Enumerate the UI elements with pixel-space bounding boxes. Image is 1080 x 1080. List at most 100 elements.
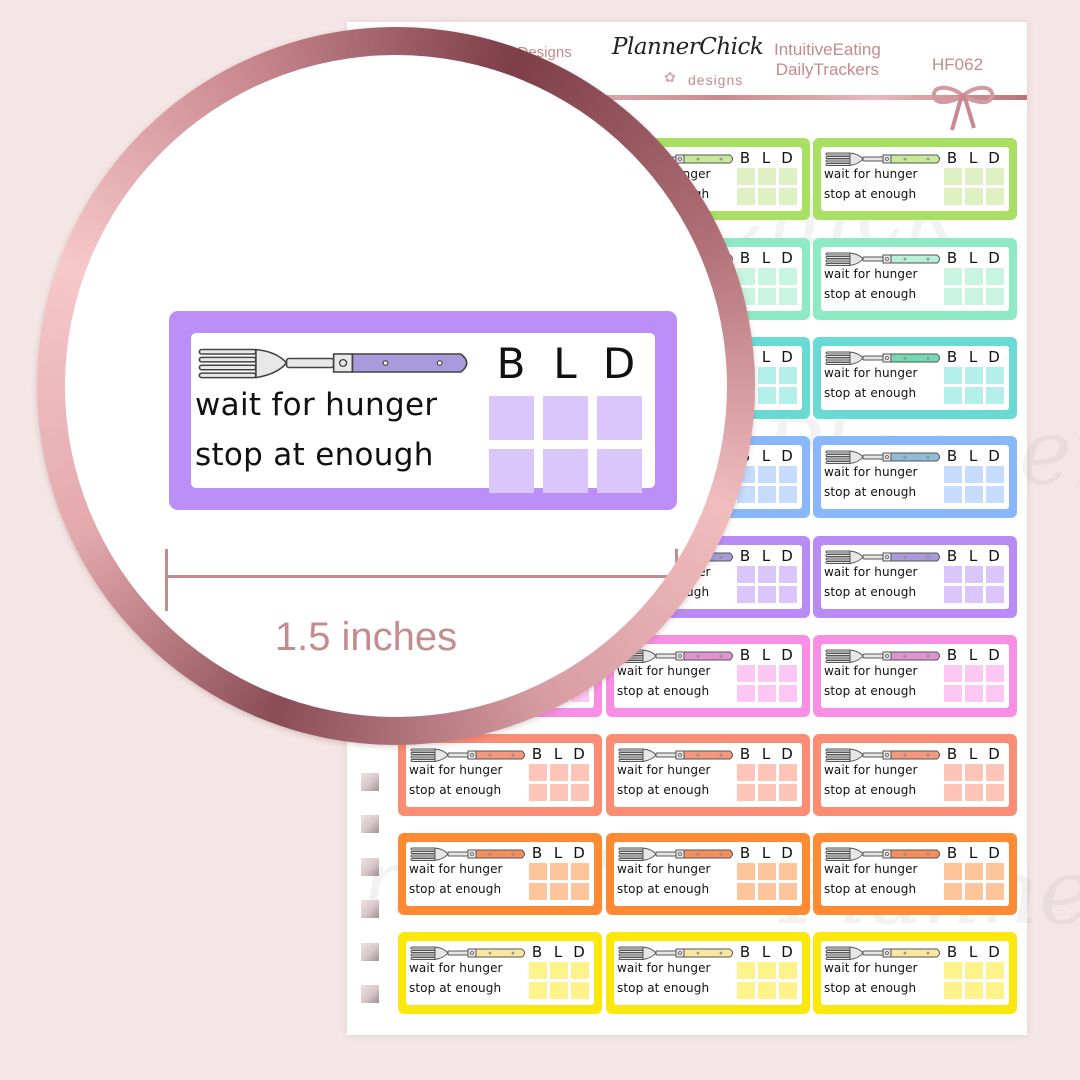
checkbox-lunch-enough[interactable]: [758, 486, 776, 503]
checkbox-dinner-enough[interactable]: [571, 883, 589, 900]
checkbox-dinner-hunger[interactable]: [986, 863, 1004, 880]
checkbox-dinner-hunger[interactable]: [779, 367, 797, 384]
checkbox-breakfast-hunger[interactable]: [944, 665, 962, 682]
checkbox-dinner-hunger[interactable]: [986, 962, 1004, 979]
checkbox-lunch-enough[interactable]: [758, 883, 776, 900]
checkbox-lunch-hunger[interactable]: [965, 168, 983, 185]
checkbox-breakfast-hunger[interactable]: [529, 764, 547, 781]
checkbox-dinner-enough[interactable]: [986, 586, 1004, 603]
checkbox-lunch-enough[interactable]: [758, 586, 776, 603]
tracker-sticker-teal[interactable]: B L D wait for hunger stop at enough: [813, 337, 1017, 419]
checkbox-dinner-enough[interactable]: [571, 784, 589, 801]
checkbox-breakfast-hunger[interactable]: [737, 764, 755, 781]
checkbox-lunch-enough[interactable]: [965, 685, 983, 702]
checkbox-lunch-enough[interactable]: [965, 486, 983, 503]
checkbox-lunch-hunger[interactable]: [965, 367, 983, 384]
tracker-sticker-orange[interactable]: B L D wait for hunger stop at enough: [813, 833, 1017, 915]
checkbox-breakfast-enough[interactable]: [944, 883, 962, 900]
tracker-sticker-yellow[interactable]: B L D wait for hunger stop at enough: [398, 932, 602, 1014]
checkbox-breakfast-enough[interactable]: [944, 586, 962, 603]
tracker-sticker-salmon[interactable]: B L D wait for hunger stop at enough: [813, 734, 1017, 816]
checkbox-dinner-enough[interactable]: [779, 486, 797, 503]
checkbox-dinner-enough[interactable]: [779, 784, 797, 801]
checkbox-lunch-hunger[interactable]: [758, 962, 776, 979]
checkbox-lunch-hunger[interactable]: [758, 268, 776, 285]
checkbox-dinner-enough[interactable]: [571, 982, 589, 999]
checkbox-lunch-enough[interactable]: [550, 982, 568, 999]
checkbox-breakfast-enough[interactable]: [944, 685, 962, 702]
tracker-sticker-purple[interactable]: B L D wait for hunger stop at enough: [813, 536, 1017, 618]
tracker-sticker-mint[interactable]: B L D wait for hunger stop at enough: [813, 238, 1017, 320]
checkbox-dinner-hunger[interactable]: [986, 268, 1004, 285]
tracker-sticker-orange[interactable]: B L D wait for hunger stop at enough: [606, 833, 810, 915]
checkbox-lunch-enough[interactable]: [965, 883, 983, 900]
tracker-sticker-orange[interactable]: B L D wait for hunger stop at enough: [398, 833, 602, 915]
checkbox-dinner-enough[interactable]: [779, 387, 797, 404]
checkbox-lunch-enough[interactable]: [758, 685, 776, 702]
checkbox-lunch-hunger[interactable]: [758, 566, 776, 583]
checkbox-lunch-hunger[interactable]: [758, 665, 776, 682]
checkbox-breakfast-hunger[interactable]: [737, 863, 755, 880]
checkbox-dinner-hunger[interactable]: [779, 466, 797, 483]
checkbox-lunch-enough[interactable]: [758, 387, 776, 404]
checkbox-lunch-enough[interactable]: [965, 784, 983, 801]
checkbox-dinner-enough[interactable]: [986, 387, 1004, 404]
checkbox-breakfast-enough[interactable]: [529, 883, 547, 900]
checkbox-breakfast-hunger[interactable]: [944, 268, 962, 285]
checkbox-lunch-enough[interactable]: [965, 188, 983, 205]
checkbox-breakfast-enough[interactable]: [944, 387, 962, 404]
checkbox-dinner-enough[interactable]: [986, 188, 1004, 205]
checkbox-breakfast-enough[interactable]: [529, 982, 547, 999]
checkbox-dinner-enough[interactable]: [986, 288, 1004, 305]
tracker-sticker-salmon[interactable]: B L D wait for hunger stop at enough: [606, 734, 810, 816]
checkbox-lunch-hunger[interactable]: [965, 466, 983, 483]
checkbox-lunch-enough[interactable]: [758, 288, 776, 305]
checkbox-dinner-hunger[interactable]: [779, 566, 797, 583]
tracker-sticker-salmon[interactable]: B L D wait for hunger stop at enough: [398, 734, 602, 816]
checkbox-breakfast-hunger[interactable]: [944, 367, 962, 384]
checkbox-dinner-hunger[interactable]: [986, 367, 1004, 384]
checkbox-lunch-enough[interactable]: [758, 982, 776, 999]
checkbox-dinner-enough[interactable]: [779, 982, 797, 999]
checkbox-breakfast-hunger[interactable]: [737, 962, 755, 979]
checkbox-lunch-hunger[interactable]: [965, 764, 983, 781]
checkbox-dinner-hunger[interactable]: [986, 566, 1004, 583]
checkbox-lunch-hunger[interactable]: [965, 566, 983, 583]
tracker-sticker-pink[interactable]: B L D wait for hunger stop at enough: [813, 635, 1017, 717]
checkbox-dinner-hunger[interactable]: [779, 665, 797, 682]
checkbox-dinner-enough[interactable]: [986, 685, 1004, 702]
checkbox-lunch-hunger[interactable]: [965, 863, 983, 880]
checkbox-dinner-hunger[interactable]: [571, 962, 589, 979]
tracker-sticker-blue[interactable]: B L D wait for hunger stop at enough: [813, 436, 1017, 518]
checkbox-breakfast-enough[interactable]: [944, 486, 962, 503]
checkbox-dinner-enough[interactable]: [986, 486, 1004, 503]
checkbox-dinner-hunger[interactable]: [779, 168, 797, 185]
checkbox-lunch-enough[interactable]: [965, 982, 983, 999]
checkbox-dinner-hunger[interactable]: [571, 764, 589, 781]
checkbox-breakfast-enough[interactable]: [737, 982, 755, 999]
checkbox-dinner-enough[interactable]: [986, 883, 1004, 900]
checkbox-breakfast-enough[interactable]: [944, 784, 962, 801]
checkbox-dinner-hunger[interactable]: [779, 863, 797, 880]
checkbox-lunch-hunger[interactable]: [965, 665, 983, 682]
checkbox-lunch-hunger[interactable]: [758, 863, 776, 880]
checkbox-breakfast-hunger[interactable]: [944, 168, 962, 185]
checkbox-dinner-hunger[interactable]: [986, 764, 1004, 781]
checkbox-breakfast-hunger[interactable]: [944, 764, 962, 781]
checkbox-dinner-enough[interactable]: [779, 188, 797, 205]
checkbox-lunch-hunger[interactable]: [965, 962, 983, 979]
checkbox-dinner-enough[interactable]: [986, 982, 1004, 999]
checkbox-dinner-hunger[interactable]: [986, 466, 1004, 483]
checkbox-lunch-hunger[interactable]: [758, 764, 776, 781]
checkbox-dinner-hunger[interactable]: [779, 764, 797, 781]
tracker-sticker-yellow[interactable]: B L D wait for hunger stop at enough: [606, 932, 810, 1014]
checkbox-breakfast-hunger[interactable]: [944, 566, 962, 583]
checkbox-breakfast-enough[interactable]: [944, 982, 962, 999]
checkbox-breakfast-hunger[interactable]: [529, 863, 547, 880]
checkbox-dinner-enough[interactable]: [779, 288, 797, 305]
checkbox-dinner-enough[interactable]: [779, 586, 797, 603]
checkbox-lunch-hunger[interactable]: [758, 466, 776, 483]
checkbox-lunch-enough[interactable]: [965, 387, 983, 404]
checkbox-lunch-enough[interactable]: [965, 586, 983, 603]
checkbox-breakfast-enough[interactable]: [529, 784, 547, 801]
